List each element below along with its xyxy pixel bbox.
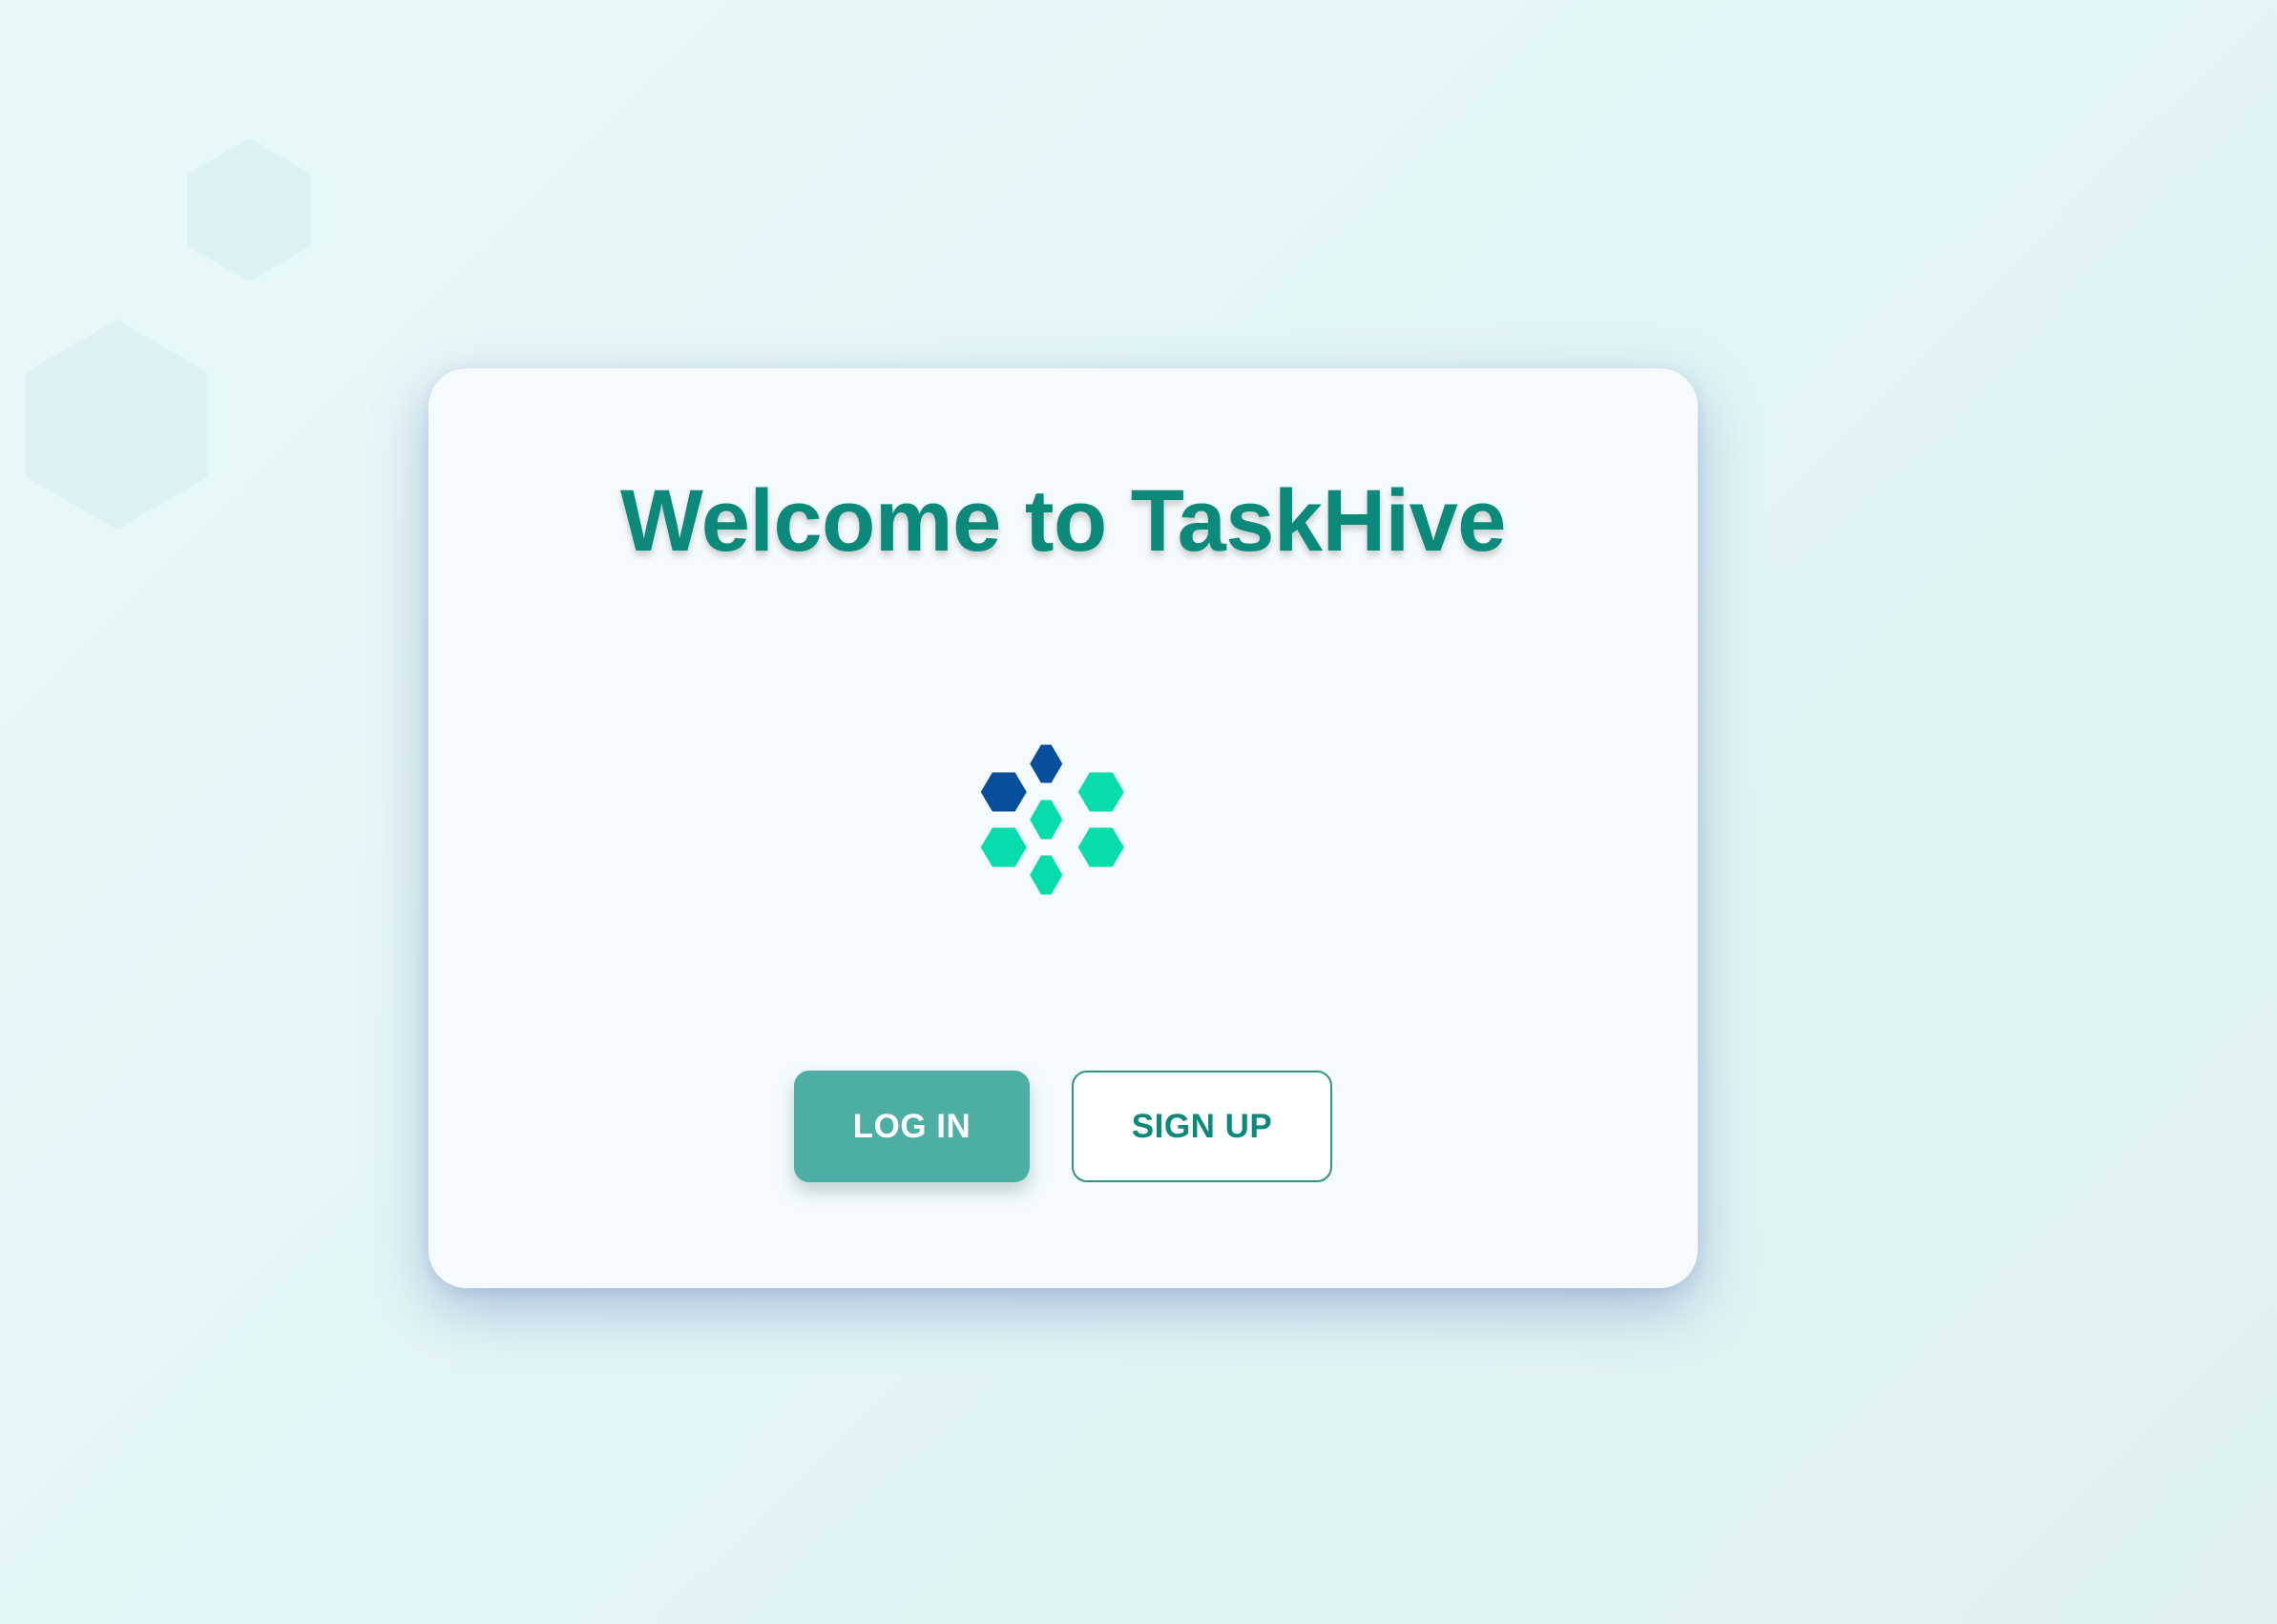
signup-button[interactable]: SIGN UP xyxy=(1072,1071,1332,1182)
honeycomb-logo-icon xyxy=(978,741,1128,898)
welcome-card: Welcome to TaskHive LOG IN SIGN UP xyxy=(428,368,1698,1288)
login-button[interactable]: LOG IN xyxy=(794,1071,1030,1182)
background-hexagon-icon xyxy=(26,320,208,530)
background-hexagon-icon xyxy=(187,138,311,281)
welcome-screen: { "welcome": { "title": "Welcome to Task… xyxy=(0,0,2277,1624)
welcome-title: Welcome to TaskHive xyxy=(620,472,1506,570)
